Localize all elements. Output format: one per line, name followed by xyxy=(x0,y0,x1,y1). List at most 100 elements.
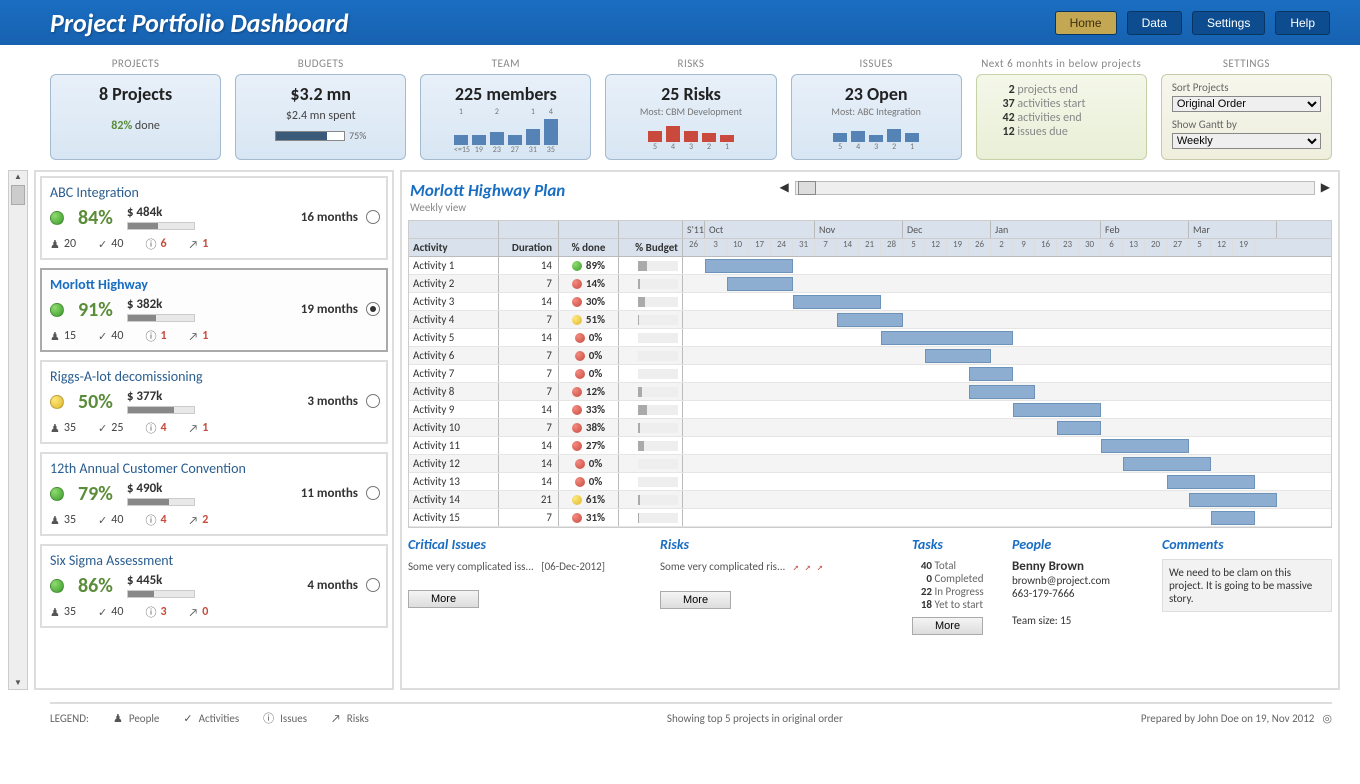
gantt-row: Activity 91433% xyxy=(409,401,1331,419)
gantt-date-slider[interactable]: ◀ ▶ xyxy=(780,180,1330,195)
activity-status-icon xyxy=(572,261,582,271)
activity-done-pct: 30% xyxy=(586,295,605,308)
col-duration-header: Duration xyxy=(499,239,559,256)
activity-status-icon xyxy=(575,369,585,379)
project-card[interactable]: Morlott Highway91%$ 382k19 months♟ 15✓ 4… xyxy=(40,268,388,352)
project-radio[interactable] xyxy=(366,302,380,316)
gantt-row: Activity 12140% xyxy=(409,455,1331,473)
activity-status-icon xyxy=(572,279,582,289)
person-icon: ♟ xyxy=(50,330,60,343)
gantt-bar xyxy=(1211,511,1255,525)
project-pct: 86% xyxy=(78,574,113,598)
footer-status: Showing top 5 projects in original order xyxy=(369,712,1141,725)
activity-status-icon xyxy=(572,423,582,433)
gantt-bar xyxy=(705,259,793,273)
info-icon: ⓘ xyxy=(263,710,274,726)
gantt-row: Activity 111427% xyxy=(409,437,1331,455)
budget-total: $3.2 mn xyxy=(242,83,399,105)
check-icon: ✓ xyxy=(98,422,107,435)
show-gantt-select[interactable]: Weekly xyxy=(1172,133,1321,149)
footer: LEGEND: ♟People ✓Activities ⓘIssues ↗Ris… xyxy=(50,702,1332,732)
card-team-label: TEAM xyxy=(420,57,591,70)
status-dot-icon xyxy=(50,579,64,593)
card-issues[interactable]: 23 Open Most: ABC Integration 54321 xyxy=(791,74,962,160)
activity-status-icon xyxy=(575,333,585,343)
activity-done-pct: 0% xyxy=(589,475,603,488)
comments-body: We need to be clam on this project. It i… xyxy=(1162,559,1332,612)
people-title: People xyxy=(1012,536,1152,553)
card-risks-label: RISKS xyxy=(605,57,776,70)
project-manager-email: brownb@project.com xyxy=(1012,574,1152,587)
scroll-up-icon[interactable]: ▲ xyxy=(9,171,27,183)
project-name: Riggs-A-lot decomissioning xyxy=(50,368,378,385)
project-radio[interactable] xyxy=(366,486,380,500)
risk-sparkline-icon: ↗ ↗ ↗ xyxy=(793,562,823,573)
project-card[interactable]: 12th Annual Customer Convention79%$ 490k… xyxy=(40,452,388,536)
scroll-down-icon[interactable]: ▼ xyxy=(9,677,27,689)
project-budget: $ 445k xyxy=(127,573,195,588)
people-panel: People Benny Brown brownb@project.com 66… xyxy=(1012,536,1152,635)
critical-issues-panel: Critical Issues Some very complicated is… xyxy=(408,536,650,635)
comments-title: Comments xyxy=(1162,536,1332,553)
gantt-bar xyxy=(727,277,793,291)
slider-right-icon[interactable]: ▶ xyxy=(1321,180,1330,195)
project-card[interactable]: Riggs-A-lot decomissioning50%$ 377k3 mon… xyxy=(40,360,388,444)
risks-more-button[interactable]: More xyxy=(660,591,731,609)
risks-panel: Risks Some very complicated ris... ↗ ↗ ↗… xyxy=(660,536,902,635)
sort-projects-select[interactable]: Original Order xyxy=(1172,96,1321,112)
project-name: 12th Annual Customer Convention xyxy=(50,460,378,477)
activity-status-icon xyxy=(572,315,582,325)
info-icon: ⓘ xyxy=(145,328,156,344)
scroll-thumb[interactable] xyxy=(11,185,25,205)
issues-more-button[interactable]: More xyxy=(408,590,479,608)
trend-icon: ↗ xyxy=(189,422,199,435)
footer-author: Prepared by John Doe on 19, Nov 2012 xyxy=(1141,712,1314,725)
activity-name: Activity 7 xyxy=(409,365,499,382)
gantt-row: Activity 8712% xyxy=(409,383,1331,401)
projects-scrollbar[interactable]: ▲ ▼ xyxy=(8,170,28,690)
col-budget-header: % Budget xyxy=(619,239,683,256)
project-duration: 4 months xyxy=(307,578,358,593)
app-header: Project Portfolio Dashboard Home Data Se… xyxy=(0,0,1360,45)
project-pct: 79% xyxy=(78,482,113,506)
activity-status-icon xyxy=(575,351,585,361)
nav-data-button[interactable]: Data xyxy=(1127,11,1182,35)
activity-status-icon xyxy=(572,495,582,505)
card-projects[interactable]: 8 Projects 82% done xyxy=(50,74,221,160)
project-manager-name: Benny Brown xyxy=(1012,559,1152,574)
summary-cards: PROJECTS 8 Projects 82% done BUDGETS $3.… xyxy=(0,45,1360,166)
tasks-more-button[interactable]: More xyxy=(912,617,983,635)
activity-duration: 7 xyxy=(499,275,559,292)
activity-done-pct: 27% xyxy=(586,439,605,452)
nav-home-button[interactable]: Home xyxy=(1055,11,1117,35)
activity-duration: 7 xyxy=(499,347,559,364)
project-radio[interactable] xyxy=(366,210,380,224)
project-radio[interactable] xyxy=(366,394,380,408)
issues-most: Most: ABC Integration xyxy=(798,105,955,118)
activity-duration: 14 xyxy=(499,437,559,454)
gantt-chart: S'11OctNovDecJanFebMar Activity Duration… xyxy=(408,220,1332,528)
project-card[interactable]: Six Sigma Assessment86%$ 445k4 months♟ 3… xyxy=(40,544,388,628)
nav-settings-button[interactable]: Settings xyxy=(1192,11,1265,35)
gantt-row: Activity 11489% xyxy=(409,257,1331,275)
project-card[interactable]: ABC Integration84%$ 484k16 months♟ 20✓ 4… xyxy=(40,176,388,260)
info-icon: ⓘ xyxy=(145,420,156,436)
sort-projects-label: Sort Projects xyxy=(1172,81,1321,94)
gantt-row: Activity 670% xyxy=(409,347,1331,365)
team-size: Team size: 15 xyxy=(1012,614,1152,627)
card-budgets[interactable]: $3.2 mn $2.4 mn spent 75% xyxy=(235,74,406,160)
gantt-bar xyxy=(1013,403,1101,417)
project-duration: 11 months xyxy=(301,486,358,501)
nav-help-button[interactable]: Help xyxy=(1275,11,1330,35)
person-icon: ♟ xyxy=(50,606,60,619)
nav-buttons: Home Data Settings Help xyxy=(1055,11,1330,35)
activity-duration: 7 xyxy=(499,365,559,382)
activity-done-pct: 0% xyxy=(589,331,603,344)
status-dot-icon xyxy=(50,303,64,317)
activity-done-pct: 61% xyxy=(586,493,605,506)
card-team[interactable]: 225 members 1214 <=151923273135 xyxy=(420,74,591,160)
project-radio[interactable] xyxy=(366,578,380,592)
card-risks[interactable]: 25 Risks Most: CBM Development 54321 xyxy=(605,74,776,160)
slider-left-icon[interactable]: ◀ xyxy=(780,180,789,195)
team-count: 225 members xyxy=(427,83,584,105)
